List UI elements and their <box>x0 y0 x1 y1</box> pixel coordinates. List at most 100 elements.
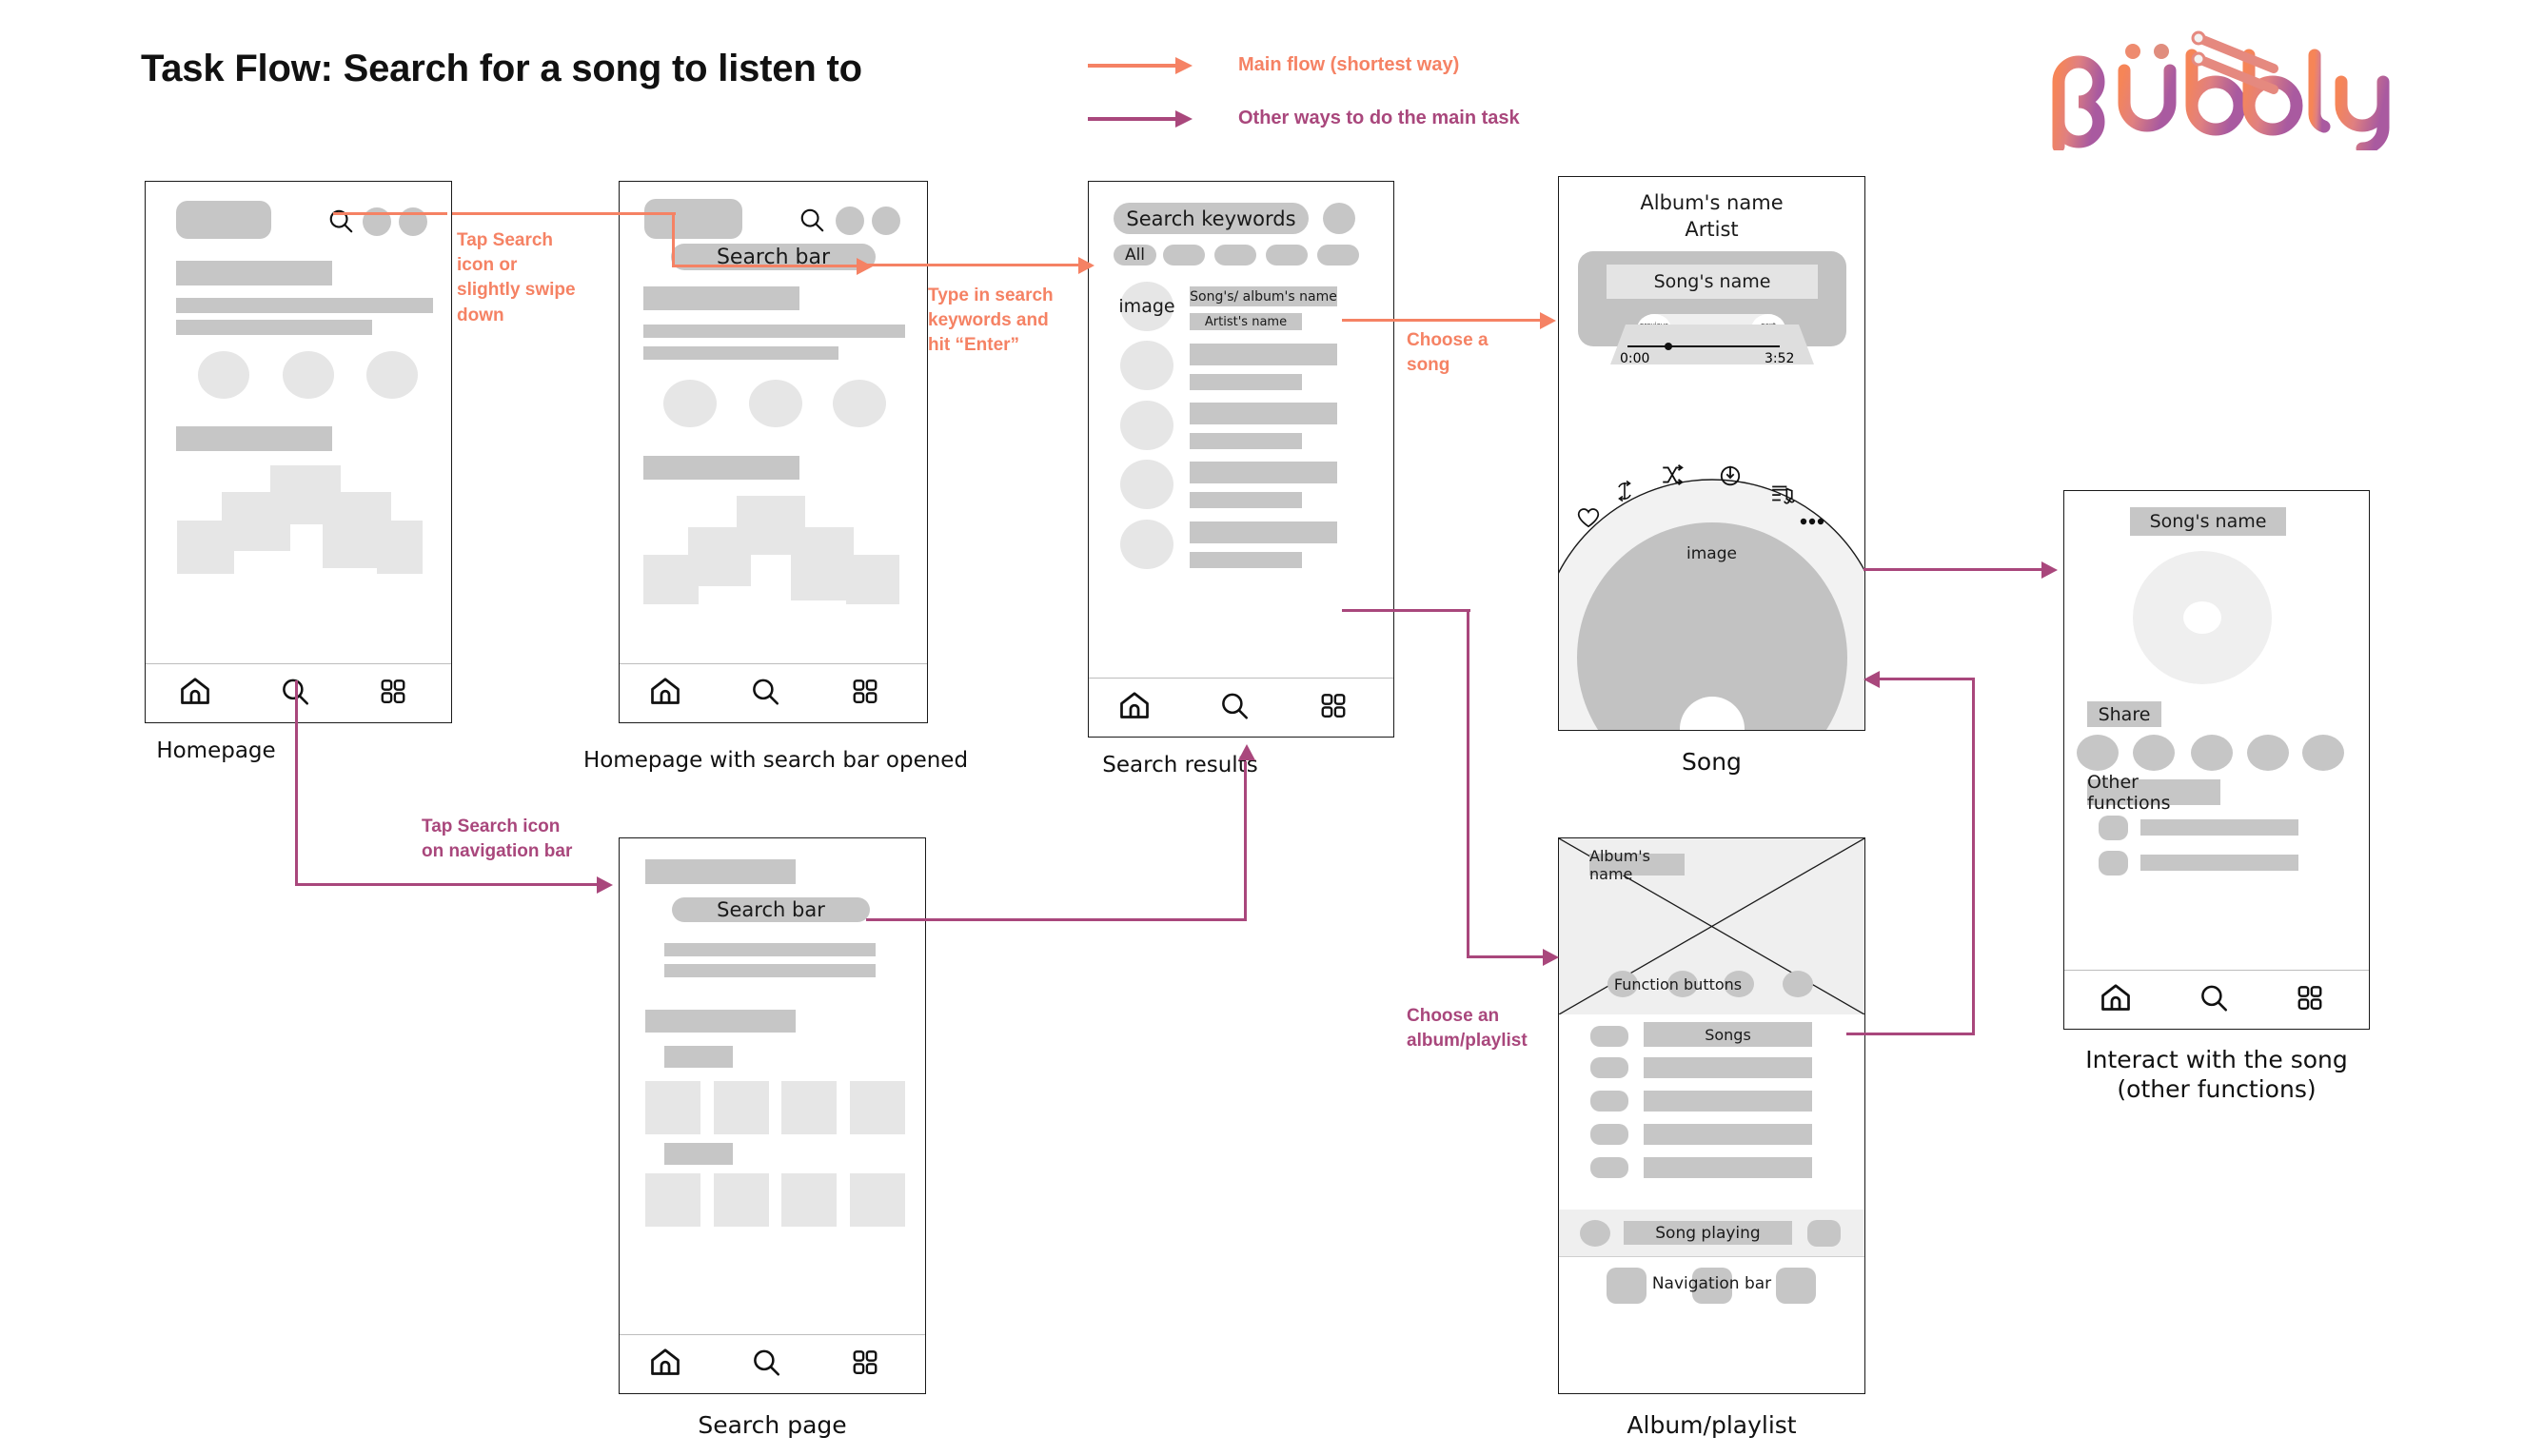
screen-album-playlist: Album's name Function buttons Songs Song… <box>1558 837 1865 1394</box>
caption-homepage-search-open: Homepage with search bar opened <box>582 748 969 773</box>
song-row-thumb <box>1590 1124 1628 1145</box>
result-thumbnail: image <box>1118 282 1175 331</box>
download-icon[interactable] <box>1718 462 1743 492</box>
function-row-label[interactable] <box>2140 855 2298 871</box>
grid-icon[interactable] <box>851 677 879 710</box>
other-functions-label: Other functions <box>2087 772 2220 814</box>
avatar-circle[interactable] <box>283 351 334 399</box>
caption-interact-with-song: Interact with the song (other functions) <box>2085 1046 2348 1104</box>
song-row-thumb <box>1590 1057 1628 1078</box>
profile-avatar[interactable] <box>1323 203 1355 234</box>
share-label: Share <box>2087 701 2161 727</box>
section-title-block <box>643 286 799 310</box>
connector-seg <box>1880 678 1975 681</box>
home-icon[interactable] <box>2099 980 2133 1019</box>
result-thumbnail <box>1120 520 1173 569</box>
caption-song: Song <box>1682 748 1742 776</box>
tile[interactable] <box>645 1081 700 1134</box>
filter-chip[interactable] <box>1317 245 1359 266</box>
search-keywords-field[interactable]: Search keywords <box>1114 203 1309 234</box>
tile[interactable] <box>643 555 699 604</box>
song-row-title[interactable] <box>1644 1091 1812 1112</box>
progress-track[interactable] <box>1627 345 1780 347</box>
artist-name: Artist <box>1685 218 1739 241</box>
filter-chip[interactable] <box>1266 245 1308 266</box>
search-bar[interactable]: Search bar <box>672 897 870 922</box>
shuffle-icon[interactable] <box>1660 462 1685 492</box>
song-row-title[interactable] <box>1644 1157 1812 1178</box>
song-row-title[interactable] <box>1644 1124 1812 1145</box>
header-avatar-2[interactable] <box>872 207 900 235</box>
caption-search-results: Search results <box>1102 753 1258 777</box>
tile[interactable] <box>781 1081 837 1134</box>
home-icon[interactable] <box>648 674 682 713</box>
tile[interactable] <box>377 521 423 574</box>
header-avatar-1[interactable] <box>836 207 864 235</box>
avatar-circle[interactable] <box>366 351 418 399</box>
search-icon[interactable] <box>2198 981 2230 1018</box>
search-icon[interactable] <box>749 675 781 712</box>
share-target[interactable] <box>2191 735 2233 771</box>
connector-seg <box>295 883 604 887</box>
avatar-circle[interactable] <box>663 380 717 427</box>
result-title[interactable] <box>1190 403 1337 424</box>
home-icon[interactable] <box>1117 688 1152 727</box>
subsection-block <box>664 1143 733 1165</box>
grid-icon[interactable] <box>1319 691 1348 724</box>
tile[interactable] <box>177 521 234 574</box>
connector-search-open-to-results <box>861 264 1090 267</box>
subsection-block <box>664 1046 733 1068</box>
result-title[interactable] <box>1190 344 1337 365</box>
function-button[interactable] <box>1783 971 1813 997</box>
result-title[interactable] <box>1190 521 1337 543</box>
tile[interactable] <box>846 555 899 604</box>
tile[interactable] <box>645 1173 700 1227</box>
result-title[interactable] <box>1190 462 1337 483</box>
progress-thumb[interactable] <box>1665 343 1672 350</box>
home-icon[interactable] <box>178 674 212 713</box>
grid-icon[interactable] <box>2296 983 2324 1016</box>
home-icon[interactable] <box>648 1345 682 1384</box>
mini-player[interactable]: Song playing <box>1559 1210 1864 1257</box>
filter-chip[interactable] <box>1163 245 1205 266</box>
grid-icon[interactable] <box>379 677 407 710</box>
tile[interactable] <box>714 1173 769 1227</box>
mini-player-action[interactable] <box>1807 1220 1841 1247</box>
filter-chip-all[interactable]: All <box>1114 245 1156 266</box>
progress-area <box>1578 325 1846 364</box>
search-icon[interactable] <box>750 1346 782 1383</box>
section-title-block <box>176 261 332 285</box>
tile[interactable] <box>850 1173 905 1227</box>
share-target[interactable] <box>2077 735 2119 771</box>
tile[interactable] <box>791 555 854 600</box>
tile[interactable] <box>714 1081 769 1134</box>
queue-music-icon[interactable] <box>1770 482 1795 511</box>
record-disc <box>2133 551 2272 684</box>
filter-chip[interactable] <box>1214 245 1256 266</box>
result-title[interactable]: Song's/ album's name <box>1190 286 1337 306</box>
avatar-circle[interactable] <box>833 380 886 427</box>
more-options-icon[interactable] <box>1800 514 1824 531</box>
result-subtitle <box>1190 433 1302 449</box>
avatar-circle[interactable] <box>749 380 802 427</box>
share-target[interactable] <box>2302 735 2344 771</box>
bottom-navigation-bar <box>620 1334 925 1393</box>
grid-icon[interactable] <box>851 1348 879 1381</box>
avatar-circle[interactable] <box>198 351 249 399</box>
connector-homepage-to-search-open-2 <box>452 212 609 216</box>
bottom-navigation-bar <box>1089 678 1393 737</box>
tile[interactable] <box>781 1173 837 1227</box>
heart-icon[interactable] <box>1576 505 1601 535</box>
tile[interactable] <box>850 1081 905 1134</box>
search-icon[interactable] <box>798 206 826 239</box>
share-target[interactable] <box>2133 735 2175 771</box>
song-row-title[interactable] <box>1644 1057 1812 1078</box>
repeat-icon[interactable] <box>1613 480 1636 507</box>
bottom-navigation-bar <box>2064 970 2369 1029</box>
function-row-label[interactable] <box>2140 819 2298 836</box>
share-target[interactable] <box>2247 735 2289 771</box>
logo-placeholder <box>176 201 271 239</box>
search-icon[interactable] <box>1218 689 1251 726</box>
songs-label[interactable]: Songs <box>1644 1022 1812 1047</box>
connector-homepage-nav-to-search-page <box>295 680 299 885</box>
